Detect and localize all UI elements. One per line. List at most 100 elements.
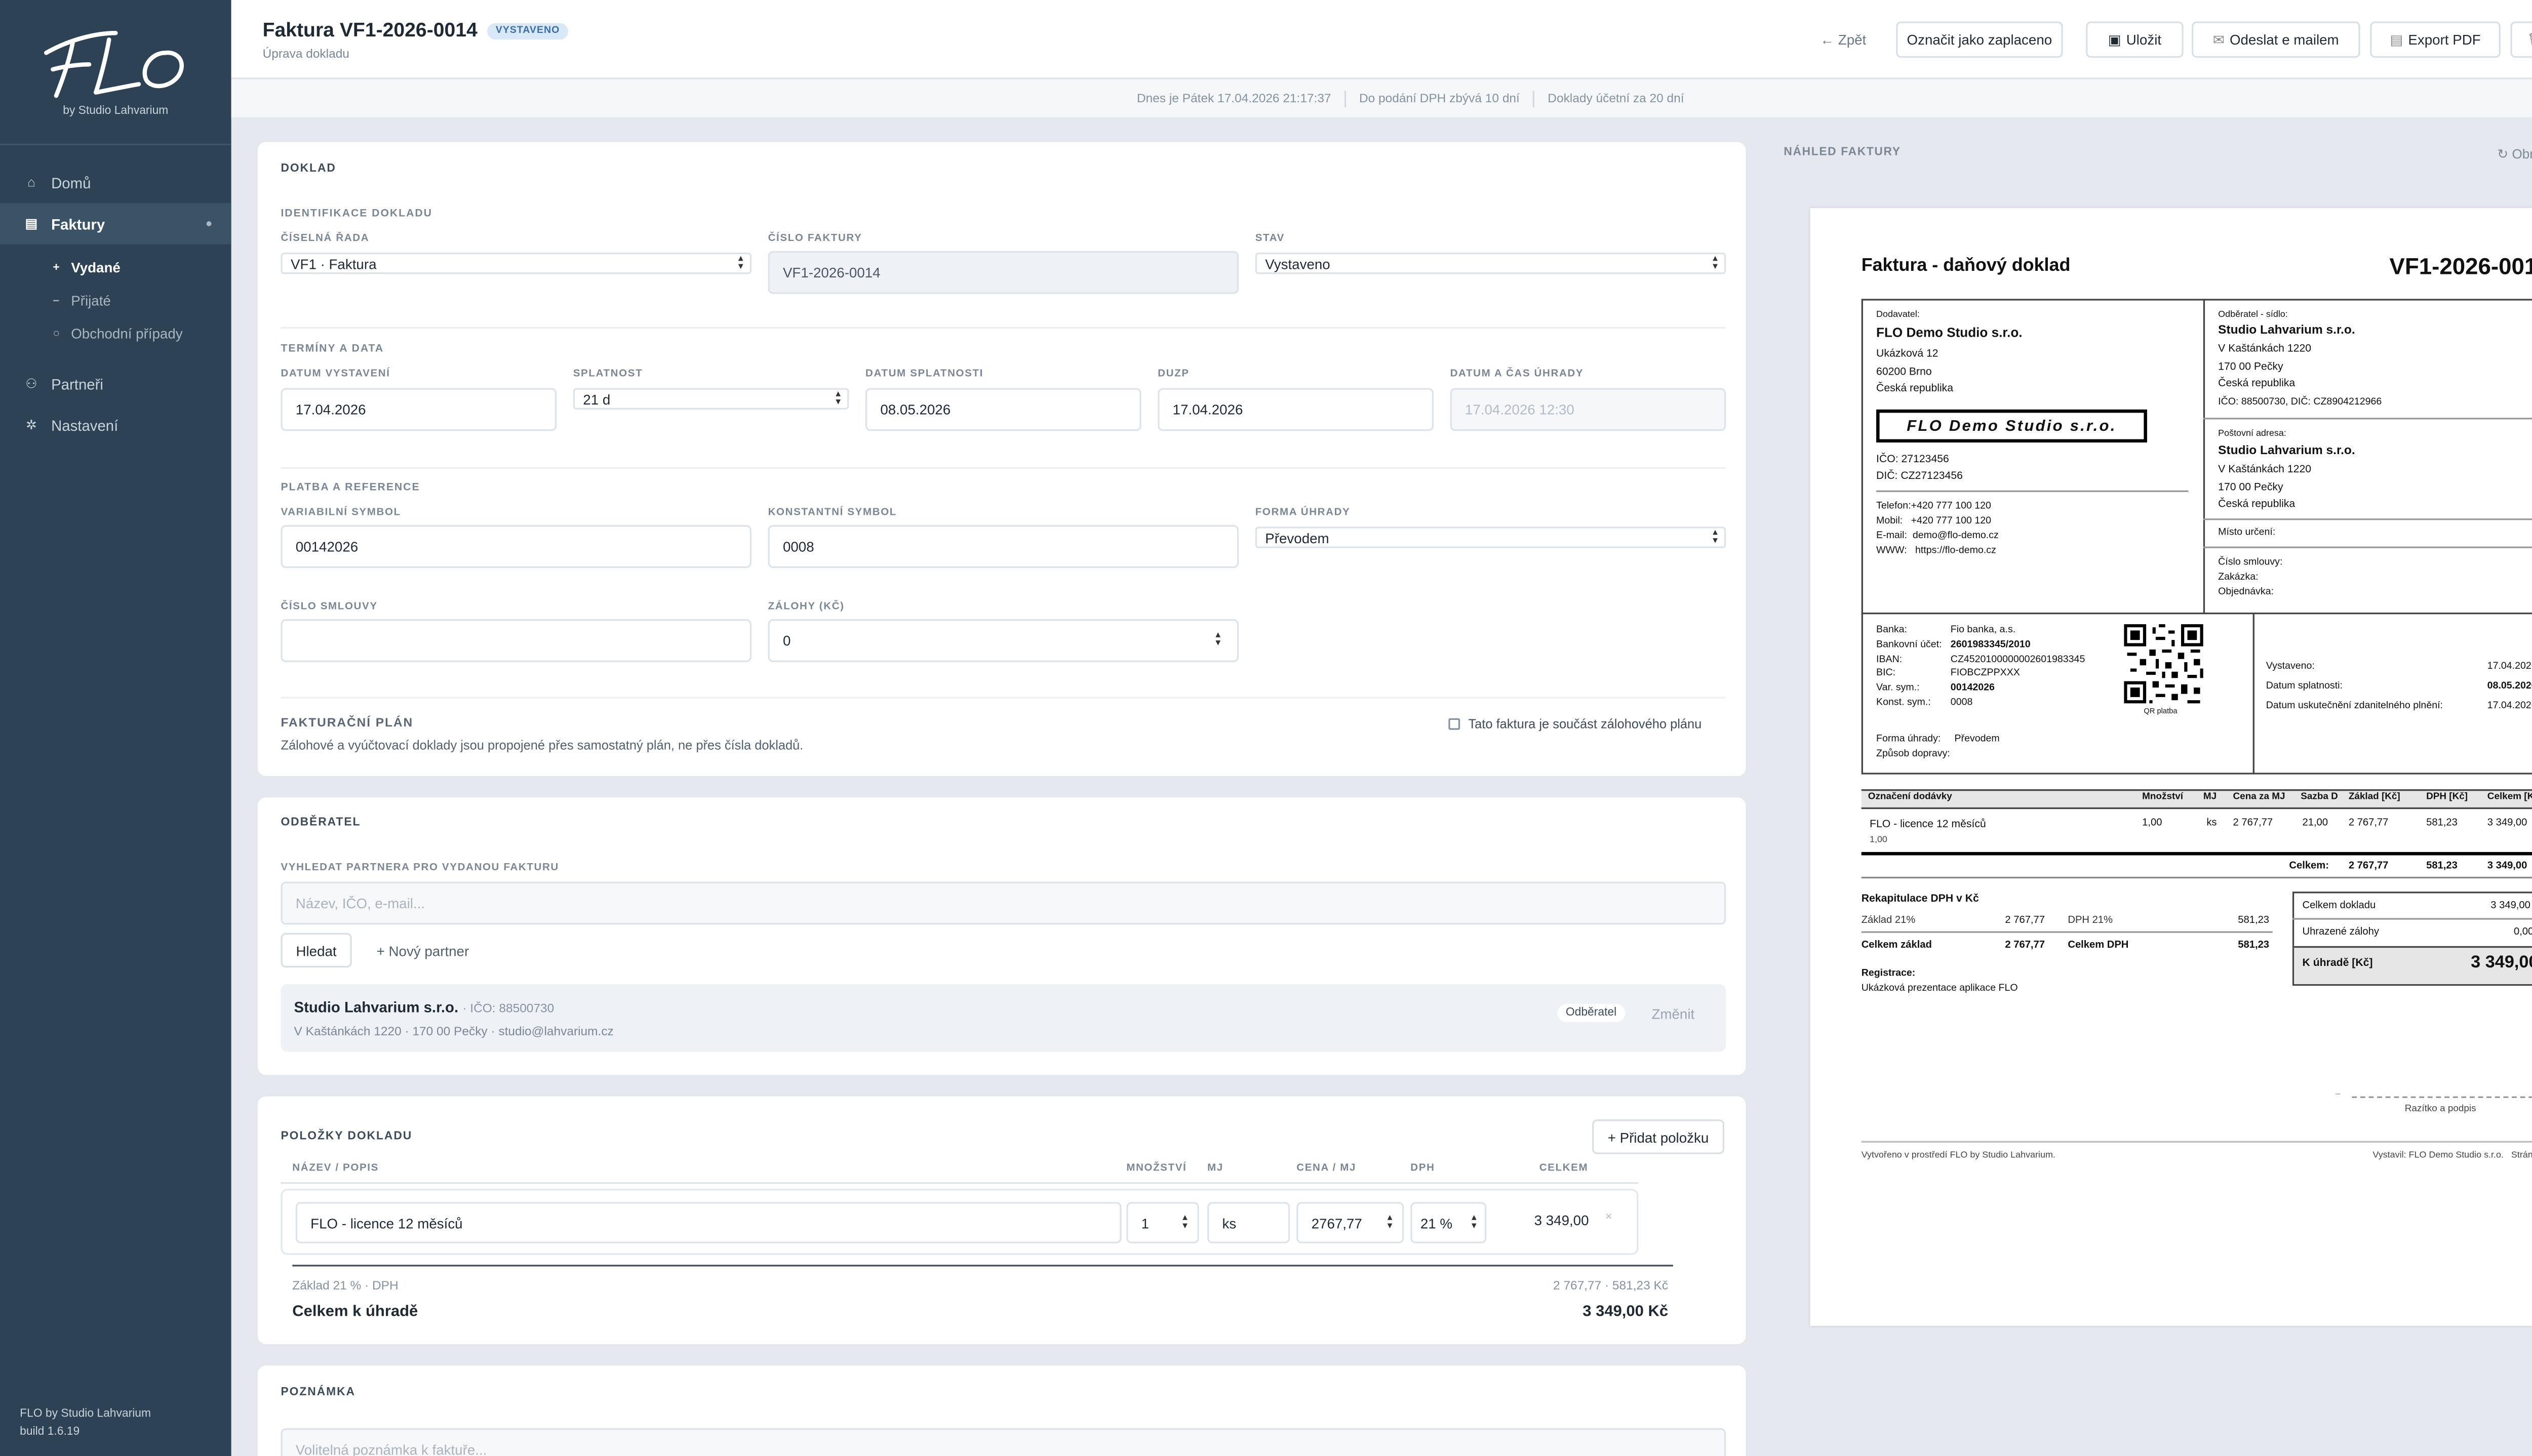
- customer-address-line: Česká republika: [2218, 378, 2296, 390]
- place-label: Místo určení:: [2218, 528, 2276, 539]
- th-unit: MJ: [2203, 792, 2217, 803]
- item-vat-field[interactable]: 21 % ▴ ▾: [1410, 1202, 1487, 1243]
- date-key: Vystaveno:: [2266, 662, 2315, 672]
- brand: by Studio Lahvarium: [0, 0, 231, 146]
- item-unit-field[interactable]: ks: [1207, 1202, 1290, 1243]
- sidebar-subitem-received[interactable]: – Přijaté: [0, 284, 231, 317]
- field-label: DATUM VYSTAVENÍ: [281, 368, 390, 380]
- payment-method-value: Převodem: [1265, 529, 1329, 546]
- doc-number: VF1-2026-0014: [2389, 253, 2532, 279]
- summary-values: 2 767,77 · 581,23 Kč: [1553, 1278, 1669, 1293]
- sidebar-item-settings[interactable]: ✲ Nastavení: [0, 405, 231, 446]
- item-qty-field[interactable]: 1 ▴ ▾: [1126, 1202, 1199, 1243]
- add-item-button[interactable]: + Přidat položku: [1592, 1119, 1724, 1154]
- doc-footer-right: Vystavil: FLO Demo Studio s.r.o. Stránka…: [2372, 1151, 2532, 1161]
- note-textarea[interactable]: Volitelná poznámka k faktuře...: [281, 1428, 1726, 1456]
- supplier-address-line: Ukázková 12: [1876, 348, 1938, 360]
- mark-paid-button[interactable]: Označit jako zaplaceno: [1896, 21, 2063, 58]
- sidebar-item-label: Faktury: [51, 215, 105, 232]
- field-label: STAV: [1255, 232, 1285, 245]
- issue-date-field[interactable]: 17.04.2026: [281, 388, 557, 431]
- postal-address: V Kaštánkách 1220 170 00 Pečky Česká rep…: [2218, 462, 2311, 514]
- customer-card: ODBĚRATEL VYHLEDAT PARTNERA PRO VYDANOU …: [256, 796, 1748, 1077]
- col-header-price: CENA / MJ: [1296, 1162, 1357, 1174]
- invoice-number-field[interactable]: VF1-2026-0014: [768, 251, 1239, 294]
- payment-method-select[interactable]: Převodem ▴ ▾: [1255, 527, 1726, 548]
- supplier-label: Dodavatel:: [1876, 310, 1920, 320]
- item-name-field[interactable]: FLO - licence 12 měsíců: [295, 1202, 1122, 1243]
- postal-label: Poštovní adresa:: [2218, 429, 2286, 439]
- bank-key: Banka:: [1876, 626, 1907, 636]
- divider: [2203, 546, 2532, 548]
- contact-value: demo@flo-demo.cz: [1912, 532, 1999, 542]
- divider: [1876, 490, 2189, 492]
- order-label: Zakázka:: [2218, 573, 2259, 583]
- divider: [2203, 518, 2532, 520]
- divider: [1861, 876, 2532, 879]
- bank-value: 0008: [1950, 698, 1973, 709]
- flo-logo: [44, 30, 184, 98]
- sidebar-item-home[interactable]: ⌂ Domů: [0, 162, 231, 204]
- divider: [2252, 613, 2254, 775]
- date-value: 17.04.2026: [2487, 662, 2532, 672]
- th-total: Celkem [Kč]: [2487, 792, 2532, 803]
- due-select[interactable]: 21 d ▴ ▾: [573, 388, 849, 410]
- variable-symbol-field[interactable]: 00142026: [281, 525, 751, 568]
- col-header-qty: MNOŽSTVÍ: [1126, 1162, 1187, 1174]
- sidebar-item-invoices[interactable]: ▤ Faktury: [0, 203, 231, 245]
- series-select[interactable]: VF1 · Faktura ▴ ▾: [281, 253, 751, 274]
- paid-deposits-value: 0,00: [2513, 926, 2532, 938]
- chevron-updown-icon: ▴ ▾: [1713, 528, 1718, 546]
- footer-app-name: FLO by Studio Lahvarium: [20, 1408, 151, 1420]
- sidebar-subitem-deals[interactable]: ○ Obchodní případy: [0, 317, 231, 350]
- state-value: Vystaveno: [1265, 255, 1330, 272]
- remove-item-icon[interactable]: ×: [1605, 1212, 1612, 1224]
- new-partner-link[interactable]: + Nový partner: [377, 943, 469, 959]
- plus-icon: +: [53, 261, 60, 273]
- contact-key: Mobil:: [1876, 516, 1903, 527]
- search-button[interactable]: Hledat: [281, 933, 352, 968]
- sidebar-subitem-label: Obchodní případy: [71, 325, 183, 342]
- export-pdf-button[interactable]: ▤ Export PDF: [2370, 21, 2501, 58]
- send-email-button[interactable]: ✉ Odeslat e mailem: [2191, 21, 2360, 58]
- back-button[interactable]: ← Zpět: [1810, 21, 1877, 58]
- refresh-button[interactable]: ↻ Obnovit: [2497, 147, 2532, 161]
- postal-address-line: V Kaštánkách 1220: [2218, 464, 2312, 476]
- sidebar-subitem-issued[interactable]: + Vydané: [0, 251, 231, 284]
- divider: [281, 327, 1726, 329]
- card-title: ODBĚRATEL: [281, 817, 361, 829]
- stepper-icon: ▴ ▾: [1215, 630, 1221, 649]
- date-row: Vystaveno: 17.04.2026: [2266, 657, 2532, 677]
- item-qty-value: 1: [1141, 1214, 1150, 1231]
- divider: [292, 1265, 1673, 1267]
- plan-checkbox-row[interactable]: Tato faktura je součást zálohového plánu: [1448, 716, 1702, 732]
- item-price-field[interactable]: 2767,77 ▴ ▾: [1296, 1202, 1404, 1243]
- sidebar-item-partners[interactable]: ⚇ Partneři: [0, 363, 231, 405]
- recap-total-vat-label: Celkem DPH: [2068, 939, 2129, 951]
- postal-address-line: Česká republika: [2218, 498, 2296, 510]
- constant-symbol-field[interactable]: 0008: [768, 525, 1239, 568]
- contact-row: Mobil: +420 777 100 120: [1876, 515, 1999, 530]
- date-value: 17.04.2026: [2487, 702, 2532, 712]
- customer-ids: IČO: 88500730, DIČ: CZ8904212966: [2218, 398, 2382, 408]
- bank-key: BIC:: [1876, 669, 1896, 679]
- contract-number-field[interactable]: [281, 619, 751, 662]
- paid-datetime-field[interactable]: 17.04.2026 12:30: [1450, 388, 1726, 431]
- item-row: FLO - licence 12 měsíců 1 ▴ ▾ ks 2767,77 ▴ ▾…: [281, 1189, 1639, 1255]
- change-partner-button[interactable]: Změnit: [1651, 1005, 1694, 1022]
- divider: [1861, 852, 2532, 855]
- deposit-field[interactable]: 0 ▴ ▾: [768, 619, 1239, 662]
- divider: [2292, 918, 2532, 920]
- plan-checkbox[interactable]: [1448, 718, 1460, 730]
- state-select[interactable]: Vystaveno ▴ ▾: [1255, 253, 1726, 274]
- duzp-field[interactable]: 17.04.2026: [1158, 388, 1434, 431]
- status-badge: VYSTAVENO: [487, 23, 568, 40]
- sidebar-footer: FLO by Studio Lahvarium build 1.6.19: [20, 1407, 151, 1441]
- recap-title: Rekapitulace DPH v Kč: [1861, 893, 1979, 905]
- bank-key: Bankovní účet:: [1876, 640, 1942, 651]
- bank-key: Var. sym.:: [1876, 683, 1920, 694]
- save-button[interactable]: ▣ Uložit: [2086, 21, 2184, 58]
- delete-button[interactable]: 🗑: [2510, 21, 2532, 58]
- due-date-field[interactable]: 08.05.2026: [865, 388, 1141, 431]
- partner-search-input[interactable]: Název, IČO, e-mail...: [281, 881, 1726, 925]
